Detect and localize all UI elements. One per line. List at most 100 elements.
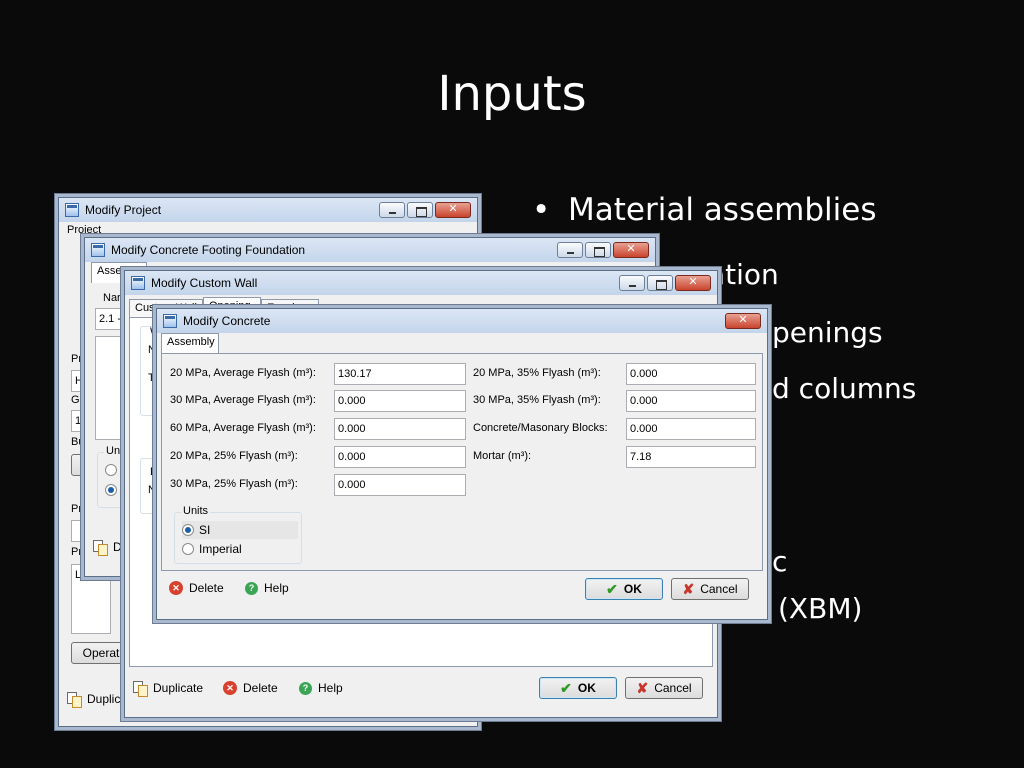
ok-button[interactable]: ✔ OK bbox=[539, 677, 617, 699]
operations-button[interactable]: Operat bbox=[71, 642, 131, 664]
delete-button[interactable]: ✕ Delete bbox=[169, 581, 224, 595]
help-icon: ? bbox=[245, 581, 258, 595]
minimize-button[interactable] bbox=[379, 202, 405, 218]
button-label: OK bbox=[623, 582, 642, 596]
bullet-item-material-assemblies: • Material assemblies bbox=[532, 192, 877, 228]
window-app-icon bbox=[163, 314, 177, 328]
label-fragment: Nar bbox=[103, 292, 121, 304]
close-button[interactable] bbox=[613, 242, 649, 258]
tab-assembly[interactable]: Assembly bbox=[161, 333, 219, 354]
duplicate-icon bbox=[67, 692, 82, 708]
slide-title: Inputs bbox=[437, 66, 587, 122]
bullet-fragment: c bbox=[772, 545, 788, 578]
radio-label: SI bbox=[199, 523, 211, 537]
cancel-button[interactable]: ✘ Cancel bbox=[625, 677, 703, 699]
flyash-60mpa-average-input[interactable]: 0.000 bbox=[334, 418, 466, 440]
field-label: 30 MPa, Average Flyash (m³): bbox=[170, 394, 316, 406]
checkmark-icon: ✔ bbox=[606, 580, 618, 597]
button-label: Cancel bbox=[654, 681, 692, 695]
field-label: Mortar (m³): bbox=[473, 450, 532, 462]
window-title: Modify Concrete bbox=[183, 314, 271, 328]
button-label: D bbox=[113, 540, 122, 554]
label-fragment: Pr bbox=[71, 353, 82, 365]
x-icon: ✘ bbox=[636, 679, 649, 696]
field-label: 30 MPa, 35% Flyash (m³): bbox=[473, 394, 601, 406]
duplicate-icon bbox=[133, 681, 148, 697]
maximize-button[interactable] bbox=[407, 202, 433, 218]
radio-label: Imperial bbox=[199, 542, 242, 556]
cancel-button[interactable]: ✘ Cancel bbox=[671, 578, 749, 600]
radio-si[interactable] bbox=[105, 464, 117, 476]
button-label: Operat bbox=[82, 646, 120, 660]
modify-custom-wall-titlebar: Modify Custom Wall bbox=[125, 271, 717, 295]
duplicate-button[interactable]: Duplicate bbox=[133, 681, 204, 697]
bullet-fragment: d columns bbox=[772, 372, 917, 405]
button-label: Help bbox=[264, 581, 289, 595]
bullet-dot: • bbox=[532, 192, 551, 228]
modify-footing-titlebar: Modify Concrete Footing Foundation bbox=[85, 238, 655, 262]
close-button[interactable] bbox=[435, 202, 471, 218]
button-label: OK bbox=[577, 681, 596, 695]
field-value: 2.1 - bbox=[99, 313, 122, 325]
window-title: Modify Project bbox=[85, 203, 162, 217]
mortar-input[interactable]: 7.18 bbox=[626, 446, 756, 468]
field-value: L bbox=[75, 569, 82, 581]
tab-project[interactable]: Project bbox=[67, 224, 101, 236]
close-button[interactable] bbox=[675, 275, 711, 291]
bullet-fragment: ation bbox=[708, 258, 779, 291]
minimize-button[interactable] bbox=[557, 242, 583, 258]
help-button[interactable]: ? Help bbox=[299, 681, 343, 695]
window-app-icon bbox=[65, 203, 79, 217]
flyash-20mpa-25pct-input[interactable]: 0.000 bbox=[334, 446, 466, 468]
label-fragment: T bbox=[148, 372, 155, 384]
delete-icon: ✕ bbox=[223, 681, 237, 695]
masonry-blocks-input[interactable]: 0.000 bbox=[626, 418, 756, 440]
concrete-panel: 20 MPa, Average Flyash (m³): 130.17 30 M… bbox=[161, 353, 763, 571]
window-title: Modify Concrete Footing Foundation bbox=[111, 243, 306, 257]
button-label: Duplicate bbox=[153, 681, 204, 695]
flyash-30mpa-35pct-input[interactable]: 0.000 bbox=[626, 390, 756, 412]
radio-si[interactable]: SI bbox=[182, 521, 298, 539]
field-label: 30 MPa, 25% Flyash (m³): bbox=[170, 478, 298, 490]
bullet-text: Material assemblies bbox=[568, 192, 877, 228]
button-label: Duplica bbox=[87, 692, 128, 706]
field-label: 20 MPa, 25% Flyash (m³): bbox=[170, 450, 298, 462]
delete-button[interactable]: ✕ Delete bbox=[223, 681, 278, 695]
modify-concrete-window: Modify Concrete Assembly 20 MPa, Average… bbox=[156, 308, 768, 620]
radio-si-button[interactable] bbox=[182, 524, 194, 536]
label-fragment: Pr bbox=[71, 546, 82, 558]
groupbox-title: Un bbox=[104, 445, 123, 457]
field-value: H bbox=[75, 375, 83, 387]
maximize-button[interactable] bbox=[647, 275, 673, 291]
flyash-20mpa-35pct-input[interactable]: 0.000 bbox=[626, 363, 756, 385]
maximize-button[interactable] bbox=[585, 242, 611, 258]
field-label: 60 MPa, Average Flyash (m³): bbox=[170, 422, 316, 434]
radio-imperial[interactable]: Imperial bbox=[182, 542, 242, 556]
flyash-30mpa-average-input[interactable]: 0.000 bbox=[334, 390, 466, 412]
modify-concrete-titlebar: Modify Concrete bbox=[157, 309, 767, 333]
radio-imperial-button[interactable] bbox=[182, 543, 194, 555]
button-label: Cancel bbox=[700, 582, 738, 596]
window-title: Modify Custom Wall bbox=[151, 276, 258, 290]
duplicate-button[interactable]: Duplica bbox=[67, 692, 128, 708]
field-value: 1 bbox=[75, 415, 82, 427]
field-label: Concrete/Masonary Blocks: bbox=[473, 422, 608, 434]
duplicate-icon bbox=[93, 540, 108, 556]
close-button[interactable] bbox=[725, 313, 761, 329]
delete-icon: ✕ bbox=[169, 581, 183, 595]
modify-project-titlebar: Modify Project bbox=[59, 198, 477, 222]
label-fragment: Gr bbox=[71, 394, 84, 406]
minimize-button[interactable] bbox=[619, 275, 645, 291]
flyash-30mpa-25pct-input[interactable]: 0.000 bbox=[334, 474, 466, 496]
ok-button[interactable]: ✔ OK bbox=[585, 578, 663, 600]
radio-imperial[interactable] bbox=[105, 484, 117, 496]
help-button[interactable]: ? Help bbox=[245, 581, 289, 595]
field-label: 20 MPa, Average Flyash (m³): bbox=[170, 367, 316, 379]
checkmark-icon: ✔ bbox=[560, 679, 572, 696]
button-label: Help bbox=[318, 681, 343, 695]
flyash-20mpa-average-input[interactable]: 130.17 bbox=[334, 363, 466, 385]
bullet-fragment: penings bbox=[772, 316, 883, 349]
duplicate-button[interactable]: D bbox=[93, 540, 122, 556]
button-label: Delete bbox=[243, 681, 278, 695]
label-fragment: Bu bbox=[71, 436, 85, 448]
